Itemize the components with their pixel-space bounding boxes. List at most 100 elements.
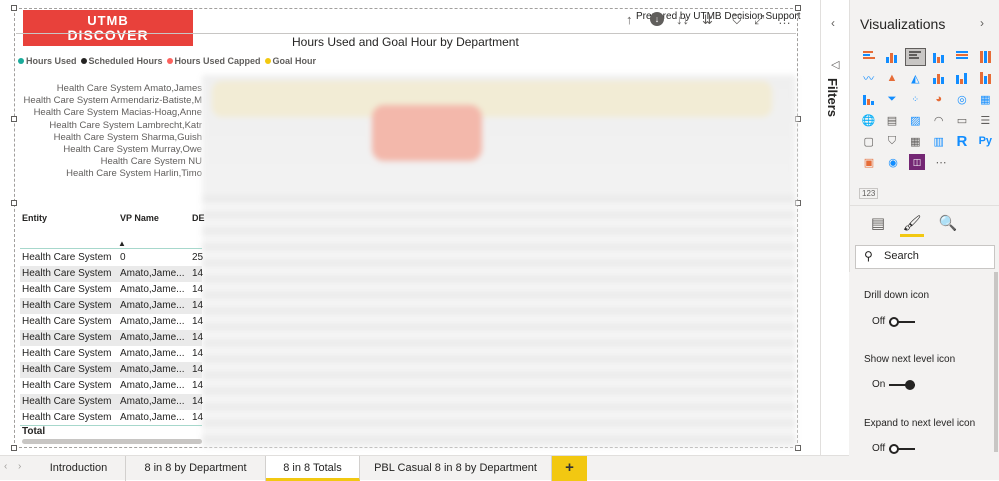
tab-introduction[interactable]: Introduction <box>32 456 126 481</box>
table-row[interactable]: Health Care System Amato,Jame... 14 <box>20 330 203 346</box>
shape-map-icon[interactable]: ▨ <box>905 111 926 129</box>
100-percent-bar-chart-icon[interactable] <box>951 48 972 66</box>
funnel-chart-icon[interactable]: ⏷ <box>881 90 902 108</box>
multi-row-card-icon[interactable]: ☰ <box>975 111 996 129</box>
chevron-right-icon[interactable]: › <box>980 16 984 30</box>
format-pane-scrollbar[interactable] <box>994 272 998 452</box>
add-page-button[interactable]: + <box>552 456 587 481</box>
slicer-icon[interactable]: ⛉ <box>881 132 902 150</box>
more-options-icon[interactable]: … <box>778 12 791 27</box>
scatter-chart-icon[interactable]: ⁘ <box>905 90 926 108</box>
table-row[interactable]: Health Care System Amato,Jame... 14 <box>20 314 204 330</box>
python-visual-icon[interactable]: Py <box>975 132 996 150</box>
filled-map-icon[interactable]: ▤ <box>881 111 902 129</box>
analytics-magnifier-icon[interactable]: 🔍 <box>936 213 960 237</box>
axis-label: Health Care System Lambrecht,Katr <box>49 119 202 131</box>
legend-item-scheduled-hours[interactable]: Scheduled Hours <box>80 56 163 66</box>
more-visuals-icon[interactable]: ⋯ <box>930 153 952 171</box>
map-icon[interactable]: 🌐 <box>858 111 879 129</box>
resize-handle[interactable] <box>11 116 17 122</box>
cell-vp-name: Amato,Jame... <box>120 300 185 311</box>
format-search-box[interactable]: ⚲ Search <box>855 245 995 269</box>
table-horizontal-scrollbar[interactable] <box>22 439 202 444</box>
legend-item-hours-used[interactable]: Hours Used <box>18 56 77 66</box>
tab-8-in-8-by-department[interactable]: 8 in 8 by Department <box>126 456 266 481</box>
line-chart-icon[interactable]: 〰 <box>858 69 879 87</box>
tab-pbl-casual[interactable]: PBL Casual 8 in 8 by Department <box>360 456 552 481</box>
stacked-bar-chart-icon[interactable] <box>858 48 879 66</box>
donut-chart-icon[interactable]: ◎ <box>951 90 972 108</box>
switch-knob <box>905 379 916 390</box>
gauge-icon[interactable]: ◠ <box>928 111 949 129</box>
r-script-visual-icon[interactable]: R <box>951 132 972 150</box>
treemap-icon[interactable]: ▦ <box>975 90 996 108</box>
clustered-column-chart-icon[interactable] <box>928 48 949 66</box>
cell-vp-name: 0 <box>120 252 126 263</box>
toggle-switch[interactable] <box>889 316 916 327</box>
table-row[interactable]: Health Care System Amato,Jame... 14 <box>20 394 204 410</box>
100-percent-column-chart-icon[interactable] <box>975 48 996 66</box>
focus-mode-icon[interactable]: ⤢ <box>754 12 764 28</box>
table-row[interactable]: Health Care System Amato,Jame... 14 <box>20 298 203 314</box>
toggle-drill-down-icon[interactable]: Off <box>872 316 916 327</box>
clustered-bar-chart-icon[interactable] <box>904 48 927 66</box>
cell-dept: 14 <box>192 316 204 327</box>
legend-item-hours-used-capped[interactable]: Hours Used Capped <box>166 56 261 66</box>
legend-item-goal-hour[interactable]: Goal Hour <box>264 56 316 66</box>
drill-mode-icon[interactable]: ↓ <box>650 12 664 26</box>
toggle-switch[interactable] <box>889 443 916 454</box>
column-header-vp-name[interactable]: VP Name <box>120 213 159 223</box>
tab-next-icon[interactable]: › <box>18 461 21 472</box>
toggle-expand-to-next-level-icon[interactable]: Off <box>872 443 916 454</box>
cell-dept: 14 <box>192 396 204 407</box>
fields-tab-icon[interactable]: ▤ <box>866 213 890 237</box>
utmb-discover-logo: UTMB DISCOVER <box>23 10 193 46</box>
report-canvas: UTMB DISCOVER Prepared by UTMB Decision … <box>0 0 820 455</box>
pane-section-tabs: ▤ 🖌 🔍 <box>866 213 976 241</box>
power-apps-icon-glyph: ◫ <box>909 154 925 170</box>
cell-entity: Health Care System <box>22 284 112 295</box>
line-and-clustered-column-icon[interactable] <box>951 69 972 87</box>
resize-handle[interactable] <box>11 200 17 206</box>
column-header-dept[interactable]: DE <box>192 213 205 223</box>
filters-label[interactable]: Filters <box>825 78 840 117</box>
format-paint-roller-icon[interactable]: 🖌 <box>900 213 924 237</box>
key-influencers-icon[interactable]: ▣ <box>858 153 880 171</box>
toggle-switch[interactable] <box>889 379 916 390</box>
next-level-icon[interactable]: ↓↓ <box>676 12 689 27</box>
search-placeholder: Search <box>884 250 919 262</box>
stacked-area-chart-icon[interactable]: ◭ <box>905 69 926 87</box>
column-header-entity[interactable]: Entity <box>22 213 47 223</box>
table-row[interactable]: Health Care System Amato,Jame... 14 <box>20 266 203 282</box>
waterfall-chart-icon[interactable] <box>858 90 879 108</box>
pie-chart-icon[interactable]: ◕ <box>928 90 949 108</box>
chevron-left-icon[interactable]: ‹ <box>831 16 835 30</box>
tab-prev-icon[interactable]: ‹ <box>4 461 7 472</box>
table-row[interactable]: Health Care System Amato,Jame... 14 <box>20 410 203 426</box>
area-chart-icon[interactable]: ▲ <box>881 69 902 87</box>
table-icon[interactable]: ▦ <box>905 132 926 150</box>
matrix-icon[interactable]: ▥ <box>928 132 949 150</box>
kpi-icon[interactable]: ▢ <box>858 132 879 150</box>
drill-up-icon[interactable]: ↑ <box>626 12 633 27</box>
tab-8-in-8-totals[interactable]: 8 in 8 Totals <box>266 456 360 481</box>
power-apps-icon[interactable]: ◫ <box>906 153 928 171</box>
table-row[interactable]: Health Care System Amato,Jame... 14 <box>20 378 203 394</box>
toggle-state-text: On <box>872 379 886 390</box>
decomposition-tree-icon[interactable]: ◉ <box>882 153 904 171</box>
table-row[interactable]: Health Care System Amato,Jame... 14 <box>20 282 203 298</box>
expand-level-icon[interactable]: ⇊ <box>702 12 713 28</box>
filter-icon[interactable]: ⛉ <box>732 12 742 28</box>
cell-entity: Health Care System <box>22 316 112 327</box>
table-row[interactable]: Health Care System 0 25 <box>20 250 203 266</box>
table-row[interactable]: Health Care System Amato,Jame... 14 <box>20 362 203 378</box>
stacked-column-chart-icon[interactable] <box>881 48 902 66</box>
toggle-show-next-level-icon[interactable]: On <box>872 379 916 390</box>
line-and-stacked-column-icon[interactable] <box>928 69 949 87</box>
sort-ascending-icon[interactable]: ▲ <box>118 239 126 248</box>
card-icon[interactable]: ▭ <box>951 111 972 129</box>
ribbon-chart-icon[interactable] <box>975 69 996 87</box>
resize-handle[interactable] <box>11 5 17 11</box>
resize-handle[interactable] <box>11 445 17 451</box>
table-row[interactable]: Health Care System Amato,Jame... 14 <box>20 346 203 362</box>
